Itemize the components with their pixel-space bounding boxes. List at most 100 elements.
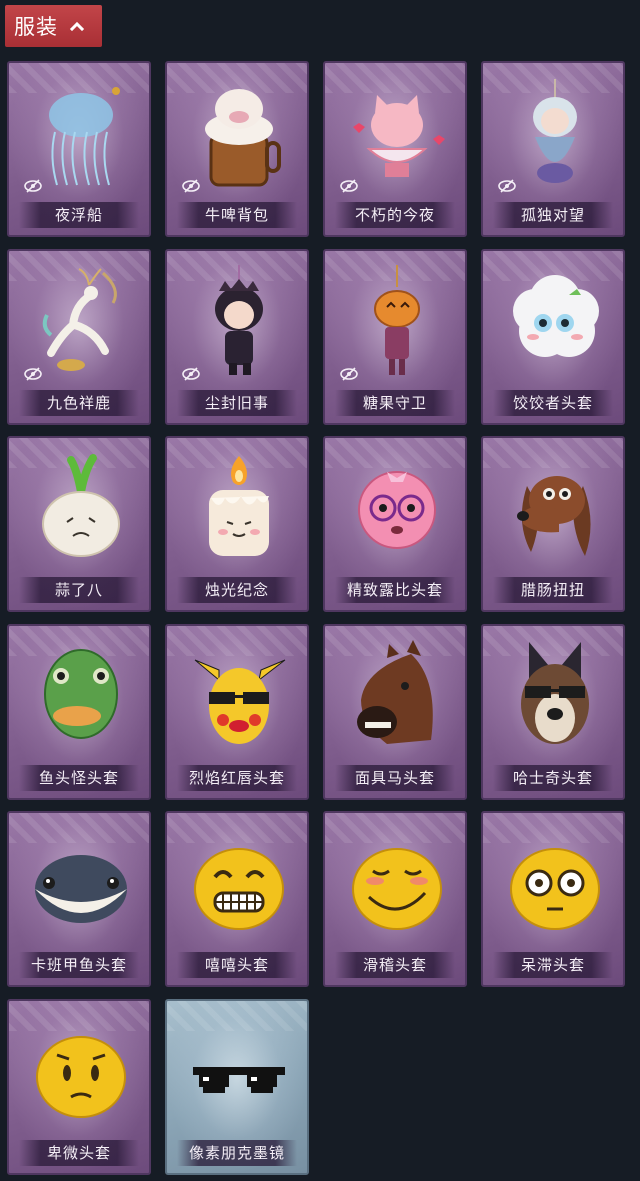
item-card[interactable]: 卑微头套: [7, 999, 151, 1175]
dachshund-mask-icon: [517, 476, 591, 556]
funny-emoji-mask-icon: [352, 848, 442, 930]
item-card[interactable]: 蒜了八: [7, 436, 151, 612]
card-corner-ornament: [483, 626, 497, 640]
item-name-label: 蒜了八: [19, 577, 139, 603]
eye-slash-icon[interactable]: [181, 367, 201, 381]
card-corner-ornament: [9, 626, 23, 640]
item-name-label: 烈焰红唇头套: [177, 765, 297, 791]
fish-head-mask-icon: [44, 649, 118, 739]
card-corner-ornament: [293, 626, 307, 640]
horse-mask-icon: [357, 640, 433, 744]
card-corner-ornament: [451, 438, 465, 452]
card-corner-ornament: [451, 626, 465, 640]
card-corner-ornament: [293, 251, 307, 265]
pumpkin-guard-pendant-icon: [374, 265, 420, 375]
card-corner-ornament: [167, 63, 181, 77]
item-card[interactable]: 烈焰红唇头套: [165, 624, 309, 800]
item-card[interactable]: 腊肠扭扭: [481, 436, 625, 612]
item-card[interactable]: 像素朋克墨镜: [165, 999, 309, 1175]
dazed-emoji-mask-icon: [510, 848, 600, 930]
card-corner-ornament: [167, 626, 181, 640]
pixel-sunglasses-icon: [193, 1067, 285, 1093]
card-corner-ornament: [451, 63, 465, 77]
card-corner-ornament: [9, 1001, 23, 1015]
card-corner-ornament: [167, 1001, 181, 1015]
pink-beaver-mask-icon: [358, 471, 436, 549]
eye-slash-icon[interactable]: [23, 179, 43, 193]
card-corner-ornament: [293, 438, 307, 452]
card-corner-ornament: [135, 251, 149, 265]
grin-emoji-mask-icon: [194, 848, 284, 930]
card-corner-ornament: [293, 63, 307, 77]
item-name-label: 尘封旧事: [177, 390, 297, 416]
item-card[interactable]: 糖果守卫: [323, 249, 467, 425]
item-name-label: 像素朋克墨镜: [177, 1140, 297, 1166]
card-corner-ornament: [325, 251, 339, 265]
item-card[interactable]: 鱼头怪头套: [7, 624, 151, 800]
card-corner-ornament: [451, 251, 465, 265]
item-card[interactable]: 滑稽头套: [323, 811, 467, 987]
item-card[interactable]: 精致露比头套: [323, 436, 467, 612]
card-corner-ornament: [293, 813, 307, 827]
humble-emoji-mask-icon: [36, 1036, 126, 1118]
eye-slash-icon[interactable]: [23, 367, 43, 381]
item-card[interactable]: 呆滞头套: [481, 811, 625, 987]
doll-pendant-icon: [533, 79, 577, 183]
item-card[interactable]: 尘封旧事: [165, 249, 309, 425]
item-name-label: 牛啤背包: [177, 202, 297, 228]
item-card[interactable]: 卡班甲鱼头套: [7, 811, 151, 987]
card-corner-ornament: [9, 813, 23, 827]
card-corner-ornament: [135, 626, 149, 640]
eye-slash-icon[interactable]: [497, 179, 517, 193]
card-corner-ornament: [609, 438, 623, 452]
eye-slash-icon[interactable]: [339, 179, 359, 193]
card-corner-ornament: [609, 813, 623, 827]
item-name-label: 糖果守卫: [335, 390, 455, 416]
item-name-label: 不朽的今夜: [335, 202, 455, 228]
cat-bowl-pendant-icon: [353, 95, 445, 177]
card-corner-ornament: [167, 813, 181, 827]
chibi-doll-pendant-icon: [215, 265, 263, 375]
item-card[interactable]: 牛啤背包: [165, 61, 309, 237]
item-card[interactable]: 烛光纪念: [165, 436, 309, 612]
item-name-label: 卑微头套: [19, 1140, 139, 1166]
item-name-label: 夜浮船: [19, 202, 139, 228]
item-name-label: 烛光纪念: [177, 577, 297, 603]
garlic-mask-icon: [42, 454, 120, 557]
item-card[interactable]: 夜浮船: [7, 61, 151, 237]
card-corner-ornament: [135, 438, 149, 452]
candle-mask-icon: [209, 456, 269, 556]
card-corner-ornament: [9, 63, 23, 77]
item-card[interactable]: 孤独对望: [481, 61, 625, 237]
card-corner-ornament: [293, 1001, 307, 1015]
item-card[interactable]: 饺饺者头套: [481, 249, 625, 425]
beer-cow-backpack-icon: [205, 89, 281, 187]
item-card[interactable]: 面具马头套: [323, 624, 467, 800]
item-name-label: 哈士奇头套: [493, 765, 613, 791]
yellow-mouse-mask-icon: [194, 659, 286, 744]
eye-slash-icon[interactable]: [339, 367, 359, 381]
item-card[interactable]: 不朽的今夜: [323, 61, 467, 237]
card-corner-ornament: [135, 813, 149, 827]
card-corner-ornament: [9, 438, 23, 452]
eye-slash-icon[interactable]: [181, 179, 201, 193]
item-name-label: 腊肠扭扭: [493, 577, 613, 603]
item-name-label: 孤独对望: [493, 202, 613, 228]
item-name-label: 卡班甲鱼头套: [19, 952, 139, 978]
fish-mask-icon: [35, 855, 127, 923]
card-corner-ornament: [135, 1001, 149, 1015]
card-corner-ornament: [483, 63, 497, 77]
dumpling-cloud-mask-icon: [513, 275, 599, 357]
item-card[interactable]: 哈士奇头套: [481, 624, 625, 800]
card-corner-ornament: [9, 251, 23, 265]
card-corner-ornament: [167, 438, 181, 452]
item-name-label: 呆滞头套: [493, 952, 613, 978]
card-corner-ornament: [483, 438, 497, 452]
item-name-label: 饺饺者头套: [493, 390, 613, 416]
deer-pendant-icon: [42, 268, 117, 371]
card-corner-ornament: [483, 251, 497, 265]
husky-mask-icon: [521, 642, 589, 744]
item-card[interactable]: 九色祥鹿: [7, 249, 151, 425]
item-card[interactable]: 嘻嘻头套: [165, 811, 309, 987]
item-name-label: 九色祥鹿: [19, 390, 139, 416]
